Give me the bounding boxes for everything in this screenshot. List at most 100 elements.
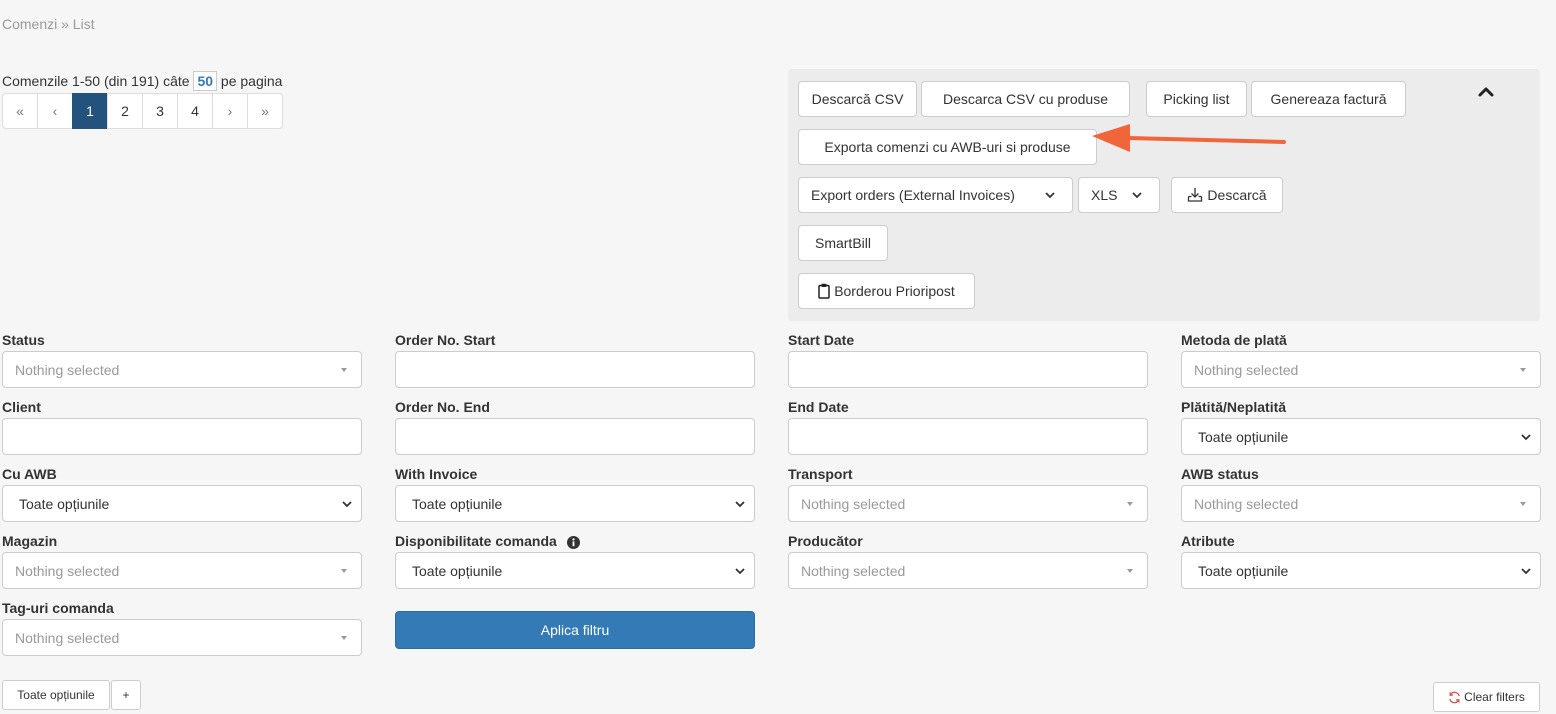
payment-method-label: Metoda de plată (1181, 332, 1287, 348)
order-end-input[interactable] (395, 418, 755, 455)
add-button[interactable]: + (111, 680, 141, 710)
breadcrumb: Comenzi » List (2, 16, 95, 32)
transport-label: Transport (788, 466, 853, 482)
status-label: Status (2, 332, 45, 348)
format-select[interactable]: XLS (1078, 177, 1160, 213)
export-type-select[interactable]: Export orders (External Invoices) (798, 177, 1073, 213)
apply-filter-button[interactable]: Aplica filtru (395, 611, 755, 649)
caret-down-icon (341, 636, 347, 640)
download-button[interactable]: Descarcă (1171, 177, 1283, 213)
chevron-down-icon (1520, 565, 1532, 577)
borderou-prioripost-button[interactable]: Borderou Prioripost (798, 273, 975, 309)
page-last-button[interactable]: » (247, 93, 283, 129)
borderou-label: Borderou Prioripost (834, 283, 955, 299)
end-date-label: End Date (788, 399, 849, 415)
page-3-button[interactable]: 3 (142, 93, 178, 129)
smartbill-button[interactable]: SmartBill (798, 225, 888, 261)
paid-value: Toate opțiunile (1198, 429, 1288, 445)
with-invoice-label: With Invoice (395, 466, 477, 482)
caret-down-icon (1127, 569, 1133, 573)
attributes-select[interactable]: Toate opțiunile (1181, 552, 1541, 589)
with-awb-label: Cu AWB (2, 466, 57, 482)
generate-invoice-button[interactable]: Genereaza factură (1251, 81, 1406, 117)
with-invoice-select[interactable]: Toate opțiunile (395, 485, 755, 522)
export-type-value: Export orders (External Invoices) (811, 187, 1015, 203)
chevron-down-icon (734, 498, 746, 510)
availability-label: Disponibilitate comanda (395, 533, 580, 549)
caret-down-icon (341, 569, 347, 573)
export-awb-products-button[interactable]: Exporta comenzi cu AWB-uri si produse (798, 129, 1097, 165)
caret-down-icon (1520, 368, 1526, 372)
results-count-prefix: Comenzile 1-50 (din 191) câte (2, 73, 190, 89)
format-value: XLS (1091, 187, 1117, 203)
chevron-down-icon (341, 498, 353, 510)
transport-value: Nothing selected (801, 496, 905, 512)
chevron-down-icon (1520, 431, 1532, 443)
download-csv-products-button[interactable]: Descarca CSV cu produse (921, 81, 1130, 117)
start-date-label: Start Date (788, 332, 854, 348)
with-awb-value: Toate opțiunile (19, 496, 109, 512)
end-date-input[interactable] (788, 418, 1148, 455)
awb-status-value: Nothing selected (1194, 496, 1298, 512)
caret-down-icon (1127, 502, 1133, 506)
download-csv-button[interactable]: Descarcă CSV (798, 81, 917, 117)
chevron-up-icon[interactable] (1476, 81, 1496, 101)
paid-select[interactable]: Toate opțiunile (1181, 418, 1541, 455)
all-options-button[interactable]: Toate opțiunile (2, 680, 110, 710)
client-input[interactable] (2, 418, 362, 455)
annotation-arrow (1088, 122, 1288, 156)
transport-select[interactable]: Nothing selected (788, 485, 1148, 522)
page-4-button[interactable]: 4 (177, 93, 213, 129)
info-icon[interactable] (567, 536, 580, 549)
tags-label: Tag-uri comanda (2, 600, 114, 616)
picking-list-button[interactable]: Picking list (1146, 81, 1247, 117)
order-start-input[interactable] (395, 351, 755, 388)
page-1-button[interactable]: 1 (72, 93, 108, 129)
awb-status-select[interactable]: Nothing selected (1181, 485, 1541, 522)
payment-method-select[interactable]: Nothing selected (1181, 351, 1541, 388)
clipboard-icon (818, 283, 830, 299)
tags-select[interactable]: Nothing selected (2, 619, 362, 656)
results-count-suffix: pe pagina (221, 73, 283, 89)
store-label: Magazin (2, 533, 57, 549)
store-value: Nothing selected (15, 563, 119, 579)
status-value: Nothing selected (15, 362, 119, 378)
client-label: Client (2, 399, 41, 415)
export-panel: Descarcă CSV Descarca CSV cu produse Pic… (788, 69, 1540, 321)
tags-value: Nothing selected (15, 630, 119, 646)
results-count: Comenzile 1-50 (din 191) câte 50 pe pagi… (2, 71, 282, 91)
clear-filters-label: Clear filters (1464, 690, 1525, 704)
status-select[interactable]: Nothing selected (2, 351, 362, 388)
page-2-button[interactable]: 2 (107, 93, 143, 129)
page-first-button[interactable]: « (2, 93, 38, 129)
with-invoice-value: Toate opțiunile (412, 496, 502, 512)
page-next-button[interactable]: › (212, 93, 248, 129)
order-end-label: Order No. End (395, 399, 490, 415)
chevron-down-icon (1131, 189, 1143, 201)
awb-status-label: AWB status (1181, 466, 1259, 482)
caret-down-icon (1520, 502, 1526, 506)
availability-label-text: Disponibilitate comanda (395, 533, 557, 549)
payment-method-value: Nothing selected (1194, 362, 1298, 378)
chevron-down-icon (734, 565, 746, 577)
download-icon (1187, 187, 1203, 203)
per-page-selector[interactable]: 50 (193, 71, 217, 91)
attributes-value: Toate opțiunile (1198, 563, 1288, 579)
page-prev-button[interactable]: ‹ (37, 93, 73, 129)
paid-label: Plătită/Neplatită (1181, 399, 1286, 415)
refresh-icon (1448, 691, 1461, 704)
with-awb-select[interactable]: Toate opțiunile (2, 485, 362, 522)
availability-value: Toate opțiunile (412, 563, 502, 579)
order-start-label: Order No. Start (395, 332, 495, 348)
availability-select[interactable]: Toate opțiunile (395, 552, 755, 589)
caret-down-icon (341, 368, 347, 372)
start-date-input[interactable] (788, 351, 1148, 388)
producer-label: Producător (788, 533, 863, 549)
store-select[interactable]: Nothing selected (2, 552, 362, 589)
download-label: Descarcă (1207, 187, 1266, 203)
producer-select[interactable]: Nothing selected (788, 552, 1148, 589)
pagination: « ‹ 1 2 3 4 › » (2, 93, 283, 129)
clear-filters-button[interactable]: Clear filters (1433, 682, 1540, 712)
chevron-down-icon (1044, 189, 1056, 201)
producer-value: Nothing selected (801, 563, 905, 579)
